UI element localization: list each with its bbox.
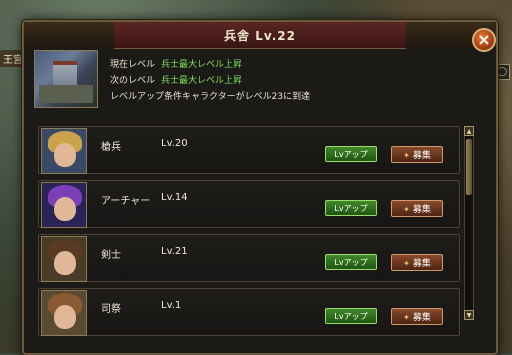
recruit-label: 募集: [412, 205, 431, 215]
close-button[interactable]: ×: [472, 28, 496, 52]
unit-level: Lv.21: [161, 246, 188, 257]
level-up-button[interactable]: Lvアップ: [325, 200, 377, 216]
unit-name: 剣士: [101, 250, 121, 261]
recruit-label: 募集: [412, 313, 431, 323]
current-level-label: 現在レベル: [110, 60, 156, 70]
unit-row-priest: 司祭 Lv.1 Lvアップ ✦ 募集: [38, 288, 460, 336]
level-up-condition: レベルアップ条件キャラクターがレベル23に到達: [110, 92, 311, 102]
current-level-value: 兵士最大レベル上昇: [161, 60, 243, 70]
archer-portrait-icon[interactable]: [41, 182, 87, 228]
building-info-panel: 現在レベル 兵士最大レベル上昇 次のレベル 兵士最大レベル上昇 レベルアップ条件キャ…: [34, 50, 478, 110]
recruit-button[interactable]: ✦ 募集: [391, 254, 443, 271]
unit-list: 槍兵 Lv.20 Lvアップ ✦ 募集 アーチャー Lv.14 Lvアップ ✦ 募集…: [38, 126, 460, 348]
scroll-thumb[interactable]: [466, 139, 472, 195]
building-info-text: 現在レベル 兵士最大レベル上昇 次のレベル 兵士最大レベル上昇 レベルアップ条件キャ…: [110, 57, 310, 105]
next-level-line: 次のレベル 兵士最大レベル上昇: [110, 73, 310, 89]
recruit-label: 募集: [412, 151, 431, 161]
recruit-icon: ✦: [403, 151, 410, 160]
level-up-button[interactable]: Lvアップ: [325, 254, 377, 270]
unit-level: Lv.20: [161, 138, 188, 149]
unit-row-spearman: 槍兵 Lv.20 Lvアップ ✦ 募集: [38, 126, 460, 174]
level-up-button[interactable]: Lvアップ: [325, 308, 377, 324]
scroll-up-icon[interactable]: ▲: [464, 126, 474, 136]
recruit-icon: ✦: [403, 259, 410, 268]
unit-row-archer: アーチャー Lv.14 Lvアップ ✦ 募集: [38, 180, 460, 228]
unit-level: Lv.1: [161, 300, 182, 311]
level-up-button[interactable]: Lvアップ: [325, 146, 377, 162]
unit-name: 槍兵: [101, 142, 121, 153]
recruit-icon: ✦: [403, 205, 410, 214]
recruit-label: 募集: [412, 259, 431, 269]
priest-portrait-icon[interactable]: [41, 290, 87, 336]
next-level-value: 兵士最大レベル上昇: [161, 76, 243, 86]
swordsman-portrait-icon[interactable]: [41, 236, 87, 282]
recruit-button[interactable]: ✦ 募集: [391, 200, 443, 217]
unit-name: 司祭: [101, 304, 121, 315]
barracks-building-icon: [34, 50, 98, 108]
recruit-icon: ✦: [403, 313, 410, 322]
current-level-line: 現在レベル 兵士最大レベル上昇: [110, 57, 310, 73]
dialog-title: 兵舎 Lv.22: [114, 22, 406, 49]
recruit-button[interactable]: ✦ 募集: [391, 146, 443, 163]
list-scrollbar[interactable]: ▲ ▼: [464, 126, 474, 320]
title-ornament-left: [24, 22, 114, 48]
next-level-label: 次のレベル: [110, 76, 156, 86]
unit-name: アーチャー: [101, 196, 151, 207]
spearman-portrait-icon[interactable]: [41, 128, 87, 174]
scroll-down-icon[interactable]: ▼: [464, 310, 474, 320]
unit-level: Lv.14: [161, 192, 188, 203]
unit-row-swordsman: 剣士 Lv.21 Lvアップ ✦ 募集: [38, 234, 460, 282]
recruit-button[interactable]: ✦ 募集: [391, 308, 443, 325]
